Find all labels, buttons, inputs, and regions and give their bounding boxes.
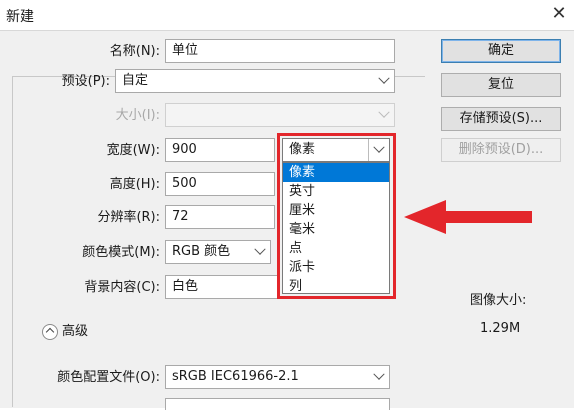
unit-option[interactable]: 英寸 (283, 182, 389, 201)
image-size-label: 图像大小: (470, 293, 527, 308)
advanced-toggle-button[interactable] (42, 324, 58, 340)
width-label: 宽度(W): (106, 143, 160, 158)
color-profile-select[interactable]: sRGB IEC61966-2.1 (165, 365, 390, 389)
resolution-input[interactable]: 72 (165, 205, 275, 229)
unit-option[interactable]: 派卡 (283, 258, 389, 277)
preset-value: 自定 (122, 73, 149, 88)
color-mode-value: RGB 颜色 (172, 244, 231, 259)
color-mode-label: 颜色模式(M): (82, 245, 160, 260)
unit-dropdown-list: 像素 英寸 厘米 毫米点派卡列 (282, 162, 390, 294)
unit-option[interactable]: 厘米 (283, 201, 389, 220)
save-preset-button[interactable]: 存储预设(S)... (441, 107, 561, 131)
resolution-label: 分辨率(R): (97, 210, 160, 225)
chevron-down-icon (374, 70, 394, 92)
width-unit-select[interactable]: 像素 (282, 138, 390, 162)
width-unit-value: 像素 (289, 142, 316, 157)
next-select-partial[interactable] (165, 398, 390, 410)
background-label: 背景内容(C): (84, 280, 160, 295)
color-mode-select[interactable]: RGB 颜色 (165, 240, 271, 264)
close-icon[interactable]: ✕ (549, 3, 569, 25)
chevron-down-icon (250, 241, 270, 263)
height-input[interactable]: 500 (165, 172, 275, 196)
unit-option[interactable]: 像素 (283, 163, 389, 182)
preset-label: 预设(P): (61, 74, 110, 89)
name-label: 名称(N): (109, 44, 160, 59)
advanced-label: 高级 (62, 324, 89, 339)
ok-button[interactable]: 确定 (441, 39, 561, 63)
unit-option[interactable]: 毫米 (283, 220, 389, 239)
name-input[interactable]: 单位 (165, 39, 395, 63)
color-profile-value: sRGB IEC61966-2.1 (172, 369, 299, 384)
preset-select[interactable]: 自定 (115, 69, 395, 93)
unit-option[interactable]: 列 (283, 277, 389, 296)
size-select (165, 103, 395, 127)
color-profile-label: 颜色配置文件(O): (57, 370, 160, 385)
title-bar: 新建 ✕ (0, 0, 574, 30)
background-select[interactable]: 白色 (165, 275, 280, 299)
unit-option[interactable]: 点 (283, 239, 389, 258)
image-size-value: 1.29M (480, 321, 521, 336)
size-label: 大小(I): (115, 108, 160, 123)
chevron-down-icon (374, 104, 394, 126)
height-label: 高度(H): (109, 177, 160, 192)
chevron-up-icon (45, 327, 55, 337)
arrow-annotation-icon (404, 200, 532, 234)
chevron-down-icon (369, 366, 389, 388)
reset-button[interactable]: 复位 (441, 73, 561, 97)
width-input[interactable]: 900 (165, 138, 275, 162)
chevron-down-icon (368, 139, 389, 161)
delete-preset-button: 删除预设(D)... (441, 138, 561, 162)
window-title: 新建 (6, 9, 34, 25)
